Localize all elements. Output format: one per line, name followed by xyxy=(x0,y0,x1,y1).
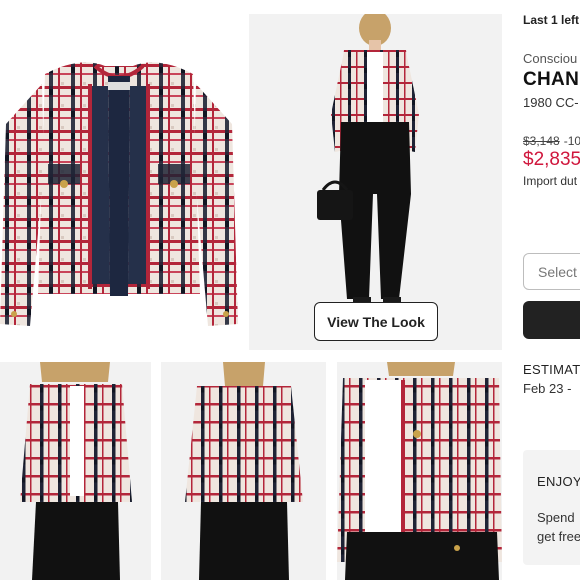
original-price: $3,148 xyxy=(523,134,560,148)
product-description: 1980 CC- xyxy=(523,95,579,110)
add-to-bag-button[interactable] xyxy=(523,301,580,339)
size-select[interactable]: Select xyxy=(523,253,580,290)
estimated-delivery-date: Feb 23 - xyxy=(523,381,572,396)
model-back-image xyxy=(185,362,303,580)
promo-title: ENJOY xyxy=(537,474,580,489)
discount-badge: -10 xyxy=(563,134,580,148)
promo-text: Spend get free xyxy=(537,508,580,546)
model-front-image xyxy=(20,362,132,580)
gallery-thumbnail[interactable] xyxy=(0,362,151,580)
promo-line-1: Spend xyxy=(537,510,575,525)
brand-name[interactable]: CHANE xyxy=(523,69,580,91)
gallery-thumbnail[interactable] xyxy=(161,362,326,580)
view-the-look-button[interactable]: View The Look xyxy=(314,302,438,341)
brand-subtitle: Consciou xyxy=(523,51,578,66)
model-full-image xyxy=(317,14,419,305)
jacket-detail-image xyxy=(337,362,502,580)
model-look-image[interactable] xyxy=(249,14,502,350)
gallery-thumbnail[interactable] xyxy=(337,362,502,580)
sale-price: $2,835 xyxy=(523,149,580,170)
estimated-delivery-label: ESTIMATI xyxy=(523,362,580,377)
stock-note: Last 1 left xyxy=(523,13,580,27)
original-price-row: $3,148 -10 xyxy=(523,134,580,148)
product-info-panel: Last 1 left Consciou CHANE 1980 CC- $3,1… xyxy=(523,0,580,580)
jacket-flat-image xyxy=(0,62,238,326)
promo-banner: ENJOY Spend get free xyxy=(523,450,580,565)
import-duties-note: Import dut xyxy=(523,174,578,188)
product-main-image[interactable] xyxy=(0,14,238,350)
promo-line-2: get free xyxy=(537,529,580,544)
